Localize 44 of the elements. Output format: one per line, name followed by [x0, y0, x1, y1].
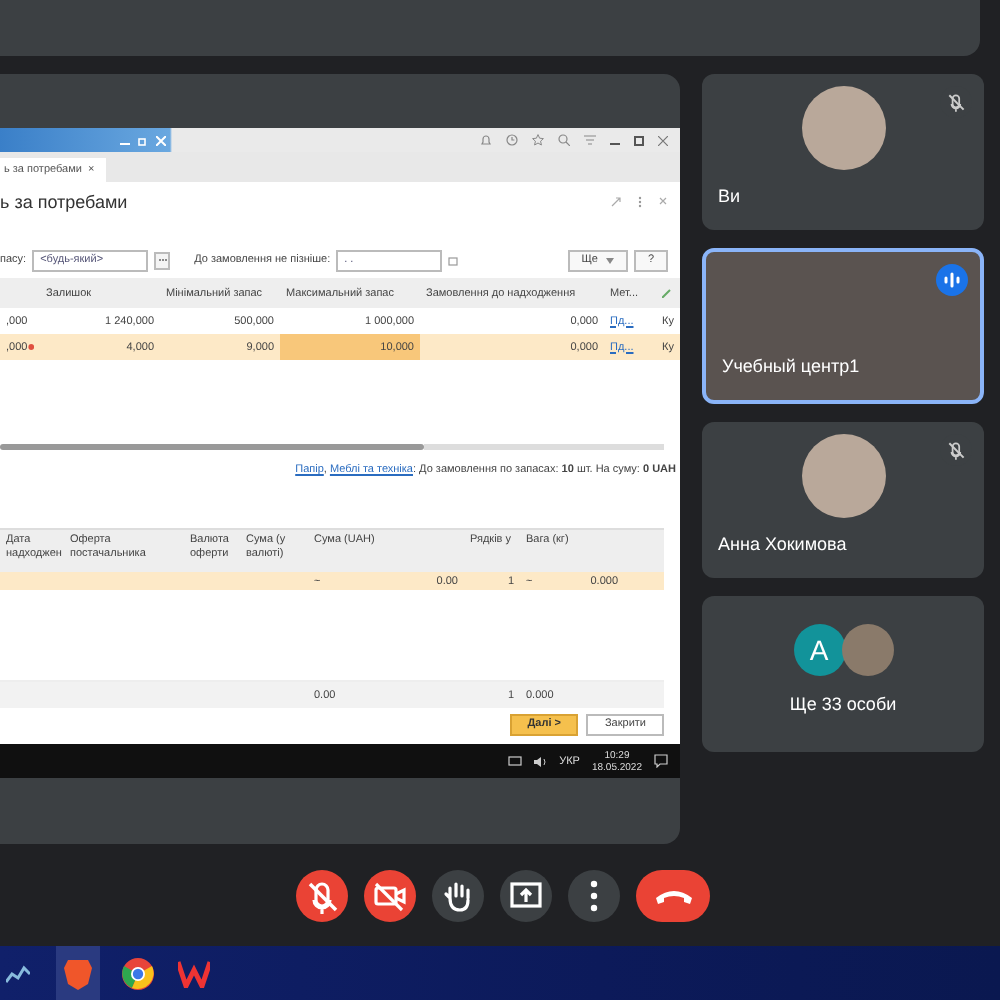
link-icon[interactable]	[610, 196, 622, 208]
close-icon[interactable]	[658, 196, 668, 206]
microphone-off-icon	[946, 440, 966, 460]
participant-name: Ви	[718, 186, 741, 206]
edit-icon	[662, 288, 672, 298]
history-icon[interactable]	[506, 134, 518, 146]
monitor-icon[interactable]	[507, 755, 522, 767]
caret-icon	[605, 257, 614, 263]
form-title: ь за потребами	[0, 192, 128, 212]
calendar-icon[interactable]	[448, 255, 459, 265]
avatar-initial: A	[793, 624, 845, 676]
others-tile[interactable]: A Ще 33 особи	[702, 596, 984, 752]
close-icon[interactable]	[658, 135, 668, 145]
bell-icon[interactable]	[480, 134, 492, 146]
avatar-photo-placeholder	[801, 434, 885, 518]
chrome-icon[interactable]	[120, 955, 156, 991]
microphone-button[interactable]	[296, 870, 348, 922]
hand-icon	[440, 878, 476, 914]
more-options-button[interactable]	[568, 870, 620, 922]
avatar-photo-placeholder	[841, 624, 893, 676]
camera-button[interactable]	[364, 870, 416, 922]
star-icon[interactable]	[532, 134, 544, 146]
maximize-icon[interactable]	[634, 135, 644, 145]
search-icon[interactable]	[558, 134, 570, 146]
notification-icon[interactable]	[654, 754, 668, 768]
avatar-photo-placeholder	[801, 86, 885, 170]
raise-hand-button[interactable]	[432, 870, 484, 922]
more-icon	[590, 880, 598, 912]
audio-bars-icon	[944, 272, 960, 288]
restore-icon[interactable]	[138, 135, 148, 145]
others-count: Ще 33 особи	[789, 694, 897, 714]
speaker-icon[interactable]	[533, 755, 548, 767]
hang-up-icon	[653, 886, 693, 906]
camera-off-icon	[372, 878, 408, 914]
scrollbar[interactable]	[0, 440, 664, 452]
microphone-off-icon	[304, 878, 340, 914]
participant-name: Анна Хокимова	[718, 534, 847, 554]
present-button[interactable]	[500, 870, 552, 922]
office-app-icon[interactable]	[176, 955, 212, 991]
leave-call-button[interactable]	[636, 870, 710, 922]
participant-name: Учебный центр1	[722, 356, 860, 376]
present-screen-icon	[508, 878, 544, 914]
microphone-off-icon	[946, 92, 966, 112]
choose-button[interactable]	[154, 251, 171, 269]
